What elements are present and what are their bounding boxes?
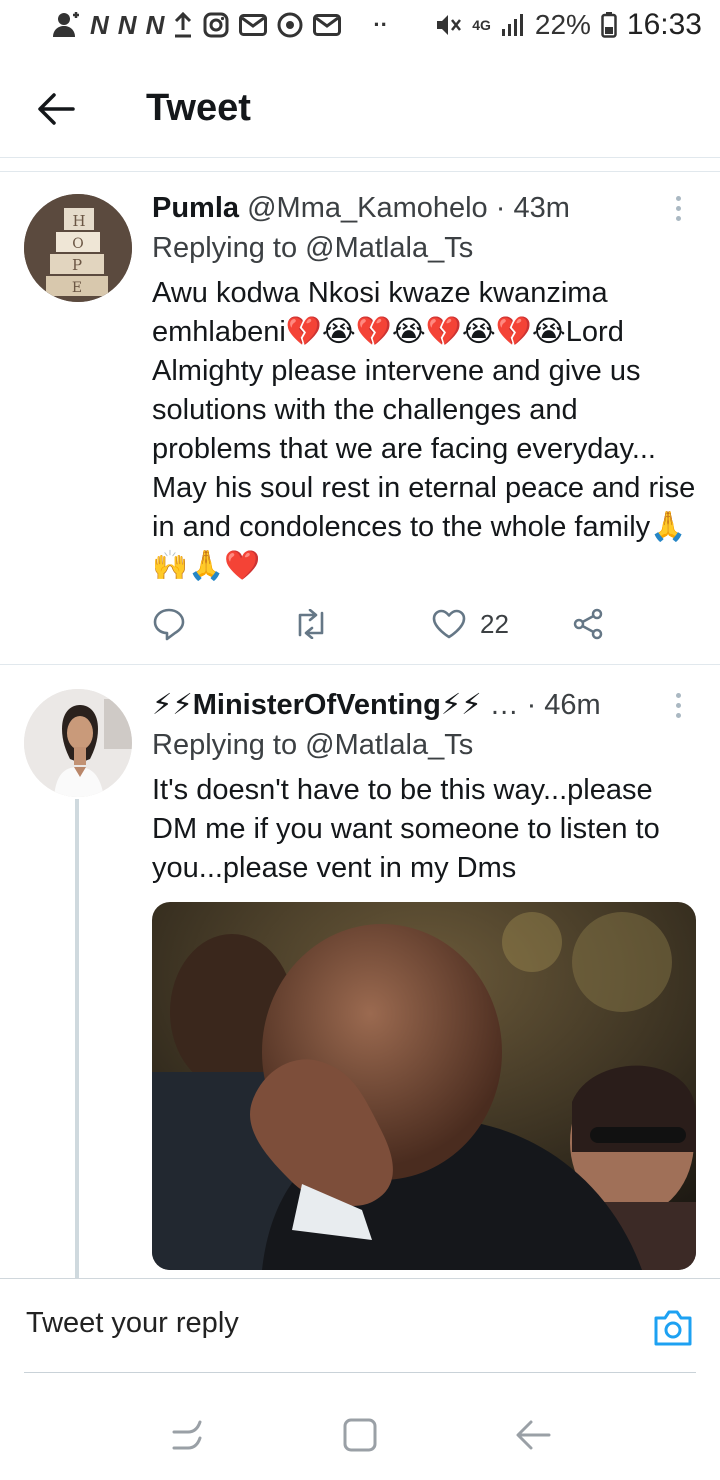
upload-icon [175,12,192,38]
avatar-letter: P [72,256,82,274]
network-type-label: 4G [472,17,491,33]
user-handle[interactable]: … [490,685,519,725]
tweet-actions: 22 [152,594,652,654]
avatar[interactable] [24,689,132,797]
avatar-letter: H [72,212,85,230]
tweet-content: Pumla @Mma_Kamohelo · 43m Replying to @M… [152,188,696,586]
page-title: Tweet [146,87,251,129]
chrome-icon [277,12,303,38]
tweet-text: It's doesn't have to be this way...pleas… [152,774,660,884]
like-count: 22 [480,608,509,639]
signal-icon [501,14,523,36]
nav-back-icon [516,1420,551,1450]
tweet-image[interactable] [152,902,696,1270]
tweet-time: · 43m [495,192,570,224]
reply-tweet[interactable]: ⚡⚡MinisterOfVenting⚡⚡ … · 46m Replying t… [0,665,720,1279]
tweet-menu-button[interactable] [668,685,688,725]
system-icons: 4G 22% 16:33 [434,8,702,42]
tweet-header: Pumla @Mma_Kamohelo · 43m [152,188,696,228]
avatar-letter: E [72,280,82,296]
reply-tweet[interactable]: H O P E Pumla @Mma_Kamohelo · 43m Replyi… [0,172,720,664]
replying-to[interactable]: Replying to @Matlala_Ts [152,725,696,765]
camera-button[interactable] [652,1309,694,1352]
notification-icons: N N N ·· [52,10,388,41]
reply-input[interactable]: Tweet your reply [26,1307,239,1340]
avatar[interactable]: H O P E [24,194,132,302]
reply-underline [24,1372,696,1373]
mail-icon [239,14,268,36]
nav-back-button[interactable] [503,1405,563,1465]
retweet-icon [298,609,324,639]
back-button[interactable] [0,60,112,158]
more-notifications-icon: ·· [373,12,388,37]
back-arrow-icon [38,92,75,125]
avatar-letter: O [72,236,83,252]
tweet-text: Awu kodwa Nkosi kwaze kwanzima emhlabeni… [152,277,696,582]
clock: 16:33 [626,8,702,41]
battery-percent: 22% [534,9,591,40]
share-button[interactable] [572,608,604,640]
n-app-icon: N [90,9,109,40]
heart-icon [432,609,466,639]
n-app-icon: N [117,9,137,40]
tweet-content: ⚡⚡MinisterOfVenting⚡⚡ … · 46m [152,685,654,725]
header-separator [0,158,720,172]
status-bar: N N N ·· 4G 22% 16:33 [0,0,720,50]
tweet-time: · 46m [526,689,601,721]
user-handle[interactable]: @Mma_Kamohelo [247,192,488,224]
mute-icon [437,15,462,35]
app-header: Tweet [0,60,720,158]
camera-icon [654,1310,692,1346]
home-button[interactable] [330,1405,390,1465]
battery-icon [601,12,617,38]
share-icon [573,608,603,640]
profile-photo [24,689,132,797]
display-name[interactable]: ⚡⚡MinisterOfVenting⚡⚡ [152,685,482,725]
like-button[interactable]: 22 [432,609,572,640]
n-app-icon: N [145,9,165,40]
photo-man-covering-face [152,902,696,1270]
system-nav-bar [0,1390,720,1480]
reply-composer: Tweet your reply [0,1278,720,1374]
tweet-content-body: Replying to @Matlala_Ts It's doesn't hav… [152,725,696,888]
add-person-icon [53,12,79,37]
recent-apps-button[interactable] [157,1405,217,1465]
recent-apps-icon [172,1420,202,1450]
thread-connector [75,799,79,1279]
instagram-icon [203,12,229,38]
hope-blocks-image: H O P E [24,194,132,302]
retweet-button[interactable] [292,609,432,639]
home-square-icon [343,1418,377,1452]
reply-icon [153,608,185,641]
display-name[interactable]: Pumla [152,192,239,224]
replying-to[interactable]: Replying to @Matlala_Ts [152,228,696,268]
reply-button[interactable] [152,607,292,641]
tweet-header: ⚡⚡MinisterOfVenting⚡⚡ … · 46m [152,685,654,725]
mail-icon [313,14,342,36]
